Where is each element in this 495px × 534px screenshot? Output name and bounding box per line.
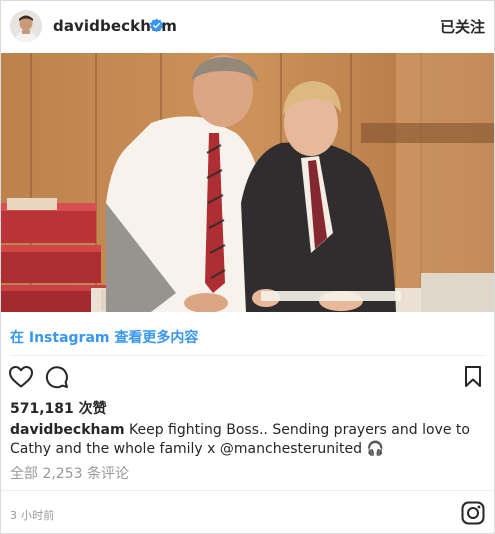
bookmark-icon[interactable] (464, 365, 482, 388)
action-bar (1, 361, 494, 395)
divider (10, 355, 485, 356)
follow-button[interactable]: 已关注 (440, 16, 485, 37)
post-photo[interactable] (1, 53, 494, 312)
headphones-emoji: 🎧 (366, 441, 384, 457)
likes-suffix: 次赞 (78, 401, 107, 417)
caption-username[interactable]: davidbeckham (10, 422, 125, 438)
post-header: davidbeckham 已关注 (1, 1, 494, 53)
post-caption: davidbeckham Keep fighting Boss.. Sendin… (10, 421, 480, 459)
avatar-image (10, 10, 42, 42)
heart-icon[interactable] (8, 365, 34, 389)
view-more-on-instagram-link[interactable]: 在 Instagram 查看更多内容 (10, 327, 198, 347)
comment-icon[interactable] (45, 365, 69, 389)
avatar[interactable] (10, 10, 42, 42)
caption-mention-link[interactable]: @manchesterunited (220, 441, 362, 457)
likes-number: 571,181 (10, 401, 74, 417)
view-all-comments-link[interactable]: 全部 2,253 条评论 (10, 463, 129, 483)
likes-count[interactable]: 571,181 次赞 (10, 398, 107, 418)
divider (1, 490, 494, 491)
instagram-embed-card: davidbeckham 已关注 在 Instagram 查看更多内容 571,… (0, 0, 495, 534)
instagram-icon[interactable] (461, 501, 485, 525)
post-image (1, 53, 494, 312)
post-timestamp: 3 小时前 (10, 509, 55, 522)
verified-badge-icon (149, 18, 164, 33)
